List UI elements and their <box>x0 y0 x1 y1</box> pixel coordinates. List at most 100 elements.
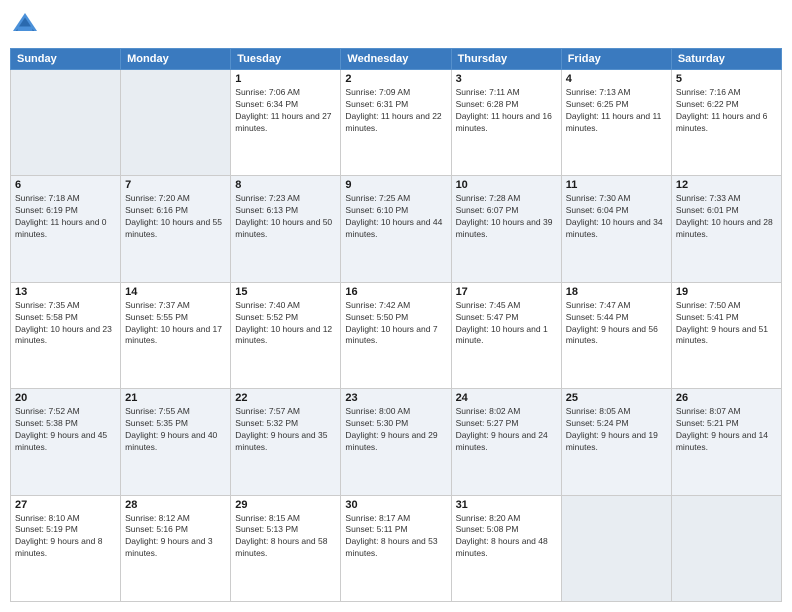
day-info: Sunrise: 7:13 AMSunset: 6:25 PMDaylight:… <box>566 87 667 135</box>
calendar-day-cell: 29 Sunrise: 8:15 AMSunset: 5:13 PMDayligh… <box>231 495 341 601</box>
day-number: 9 <box>345 179 446 191</box>
day-number: 12 <box>676 179 777 191</box>
day-number: 23 <box>345 392 446 404</box>
calendar-header-row: SundayMondayTuesdayWednesdayThursdayFrid… <box>11 49 782 70</box>
day-info: Sunrise: 8:12 AMSunset: 5:16 PMDaylight:… <box>125 513 226 561</box>
calendar-day-cell <box>121 70 231 176</box>
day-info: Sunrise: 8:10 AMSunset: 5:19 PMDaylight:… <box>15 513 116 561</box>
day-info: Sunrise: 8:05 AMSunset: 5:24 PMDaylight:… <box>566 406 667 454</box>
day-info: Sunrise: 7:06 AMSunset: 6:34 PMDaylight:… <box>235 87 336 135</box>
calendar-table: SundayMondayTuesdayWednesdayThursdayFrid… <box>10 48 782 602</box>
calendar-day-header: Wednesday <box>341 49 451 70</box>
calendar-day-cell: 26 Sunrise: 8:07 AMSunset: 5:21 PMDayligh… <box>671 389 781 495</box>
day-number: 21 <box>125 392 226 404</box>
calendar-day-header: Thursday <box>451 49 561 70</box>
day-number: 5 <box>676 73 777 85</box>
day-number: 3 <box>456 73 557 85</box>
day-info: Sunrise: 8:00 AMSunset: 5:30 PMDaylight:… <box>345 406 446 454</box>
calendar-day-cell: 20 Sunrise: 7:52 AMSunset: 5:38 PMDayligh… <box>11 389 121 495</box>
day-number: 20 <box>15 392 116 404</box>
calendar-day-cell: 31 Sunrise: 8:20 AMSunset: 5:08 PMDayligh… <box>451 495 561 601</box>
calendar-day-cell: 8 Sunrise: 7:23 AMSunset: 6:13 PMDaylight… <box>231 176 341 282</box>
calendar-day-cell: 28 Sunrise: 8:12 AMSunset: 5:16 PMDayligh… <box>121 495 231 601</box>
day-number: 17 <box>456 286 557 298</box>
day-info: Sunrise: 8:20 AMSunset: 5:08 PMDaylight:… <box>456 513 557 561</box>
calendar-day-cell: 10Sunrise: 7:28 AMSunset: 6:07 PMDayligh… <box>451 176 561 282</box>
calendar-day-header: Sunday <box>11 49 121 70</box>
calendar-day-cell: 30 Sunrise: 8:17 AMSunset: 5:11 PMDayligh… <box>341 495 451 601</box>
calendar-day-cell: 17 Sunrise: 7:45 AMSunset: 5:47 PMDayligh… <box>451 282 561 388</box>
calendar-week-row: 13Sunrise: 7:35 AMSunset: 5:58 PMDayligh… <box>11 282 782 388</box>
day-number: 31 <box>456 499 557 511</box>
calendar-day-cell: 18 Sunrise: 7:47 AMSunset: 5:44 PMDayligh… <box>561 282 671 388</box>
calendar-day-cell: 25 Sunrise: 8:05 AMSunset: 5:24 PMDayligh… <box>561 389 671 495</box>
day-info: Sunrise: 7:57 AMSunset: 5:32 PMDaylight:… <box>235 406 336 454</box>
day-number: 13 <box>15 286 116 298</box>
calendar-day-cell: 14 Sunrise: 7:37 AMSunset: 5:55 PMDayligh… <box>121 282 231 388</box>
calendar-week-row: 27 Sunrise: 8:10 AMSunset: 5:19 PMDayligh… <box>11 495 782 601</box>
calendar-day-cell <box>561 495 671 601</box>
calendar-day-header: Friday <box>561 49 671 70</box>
calendar-day-cell: 4Sunrise: 7:13 AMSunset: 6:25 PMDaylight… <box>561 70 671 176</box>
day-info: Sunrise: 7:50 AMSunset: 5:41 PMDaylight:… <box>676 300 777 348</box>
calendar-week-row: 1 Sunrise: 7:06 AMSunset: 6:34 PMDaylight… <box>11 70 782 176</box>
day-number: 24 <box>456 392 557 404</box>
calendar-day-cell: 23 Sunrise: 8:00 AMSunset: 5:30 PMDayligh… <box>341 389 451 495</box>
logo <box>10 10 44 40</box>
day-number: 14 <box>125 286 226 298</box>
day-number: 8 <box>235 179 336 191</box>
day-info: Sunrise: 7:47 AMSunset: 5:44 PMDaylight:… <box>566 300 667 348</box>
day-number: 10 <box>456 179 557 191</box>
day-info: Sunrise: 7:52 AMSunset: 5:38 PMDaylight:… <box>15 406 116 454</box>
calendar-day-cell: 13Sunrise: 7:35 AMSunset: 5:58 PMDayligh… <box>11 282 121 388</box>
calendar-day-cell: 9 Sunrise: 7:25 AMSunset: 6:10 PMDaylight… <box>341 176 451 282</box>
calendar-day-cell <box>11 70 121 176</box>
day-number: 30 <box>345 499 446 511</box>
day-number: 1 <box>235 73 336 85</box>
header <box>10 10 782 40</box>
day-number: 27 <box>15 499 116 511</box>
day-info: Sunrise: 8:02 AMSunset: 5:27 PMDaylight:… <box>456 406 557 454</box>
day-number: 28 <box>125 499 226 511</box>
calendar-day-cell: 12 Sunrise: 7:33 AMSunset: 6:01 PMDayligh… <box>671 176 781 282</box>
day-number: 15 <box>235 286 336 298</box>
logo-icon <box>10 10 40 40</box>
calendar-day-cell: 27 Sunrise: 8:10 AMSunset: 5:19 PMDayligh… <box>11 495 121 601</box>
day-number: 11 <box>566 179 667 191</box>
calendar-week-row: 20 Sunrise: 7:52 AMSunset: 5:38 PMDayligh… <box>11 389 782 495</box>
day-info: Sunrise: 7:42 AMSunset: 5:50 PMDaylight:… <box>345 300 446 348</box>
day-number: 16 <box>345 286 446 298</box>
day-info: Sunrise: 7:33 AMSunset: 6:01 PMDaylight:… <box>676 193 777 241</box>
day-number: 22 <box>235 392 336 404</box>
day-info: Sunrise: 8:17 AMSunset: 5:11 PMDaylight:… <box>345 513 446 561</box>
day-number: 29 <box>235 499 336 511</box>
calendar-day-cell: 2Sunrise: 7:09 AMSunset: 6:31 PMDaylight… <box>341 70 451 176</box>
calendar-day-cell: 6 Sunrise: 7:18 AMSunset: 6:19 PMDaylight… <box>11 176 121 282</box>
calendar-day-cell: 15Sunrise: 7:40 AMSunset: 5:52 PMDayligh… <box>231 282 341 388</box>
day-number: 7 <box>125 179 226 191</box>
day-number: 19 <box>676 286 777 298</box>
day-info: Sunrise: 7:18 AMSunset: 6:19 PMDaylight:… <box>15 193 116 241</box>
calendar-day-cell: 1 Sunrise: 7:06 AMSunset: 6:34 PMDaylight… <box>231 70 341 176</box>
day-info: Sunrise: 8:15 AMSunset: 5:13 PMDaylight:… <box>235 513 336 561</box>
calendar-day-cell: 19 Sunrise: 7:50 AMSunset: 5:41 PMDayligh… <box>671 282 781 388</box>
day-info: Sunrise: 7:23 AMSunset: 6:13 PMDaylight:… <box>235 193 336 241</box>
calendar-day-cell: 7 Sunrise: 7:20 AMSunset: 6:16 PMDaylight… <box>121 176 231 282</box>
calendar-day-cell: 5 Sunrise: 7:16 AMSunset: 6:22 PMDaylight… <box>671 70 781 176</box>
calendar-week-row: 6 Sunrise: 7:18 AMSunset: 6:19 PMDaylight… <box>11 176 782 282</box>
day-info: Sunrise: 7:45 AMSunset: 5:47 PMDaylight:… <box>456 300 557 348</box>
day-number: 6 <box>15 179 116 191</box>
calendar-day-header: Tuesday <box>231 49 341 70</box>
day-info: Sunrise: 7:25 AMSunset: 6:10 PMDaylight:… <box>345 193 446 241</box>
day-number: 18 <box>566 286 667 298</box>
day-info: Sunrise: 7:16 AMSunset: 6:22 PMDaylight:… <box>676 87 777 135</box>
day-number: 25 <box>566 392 667 404</box>
calendar-day-header: Saturday <box>671 49 781 70</box>
day-info: Sunrise: 7:37 AMSunset: 5:55 PMDaylight:… <box>125 300 226 348</box>
day-info: Sunrise: 7:20 AMSunset: 6:16 PMDaylight:… <box>125 193 226 241</box>
day-info: Sunrise: 8:07 AMSunset: 5:21 PMDaylight:… <box>676 406 777 454</box>
day-number: 26 <box>676 392 777 404</box>
day-info: Sunrise: 7:30 AMSunset: 6:04 PMDaylight:… <box>566 193 667 241</box>
calendar-day-cell: 22 Sunrise: 7:57 AMSunset: 5:32 PMDayligh… <box>231 389 341 495</box>
day-info: Sunrise: 7:11 AMSunset: 6:28 PMDaylight:… <box>456 87 557 135</box>
